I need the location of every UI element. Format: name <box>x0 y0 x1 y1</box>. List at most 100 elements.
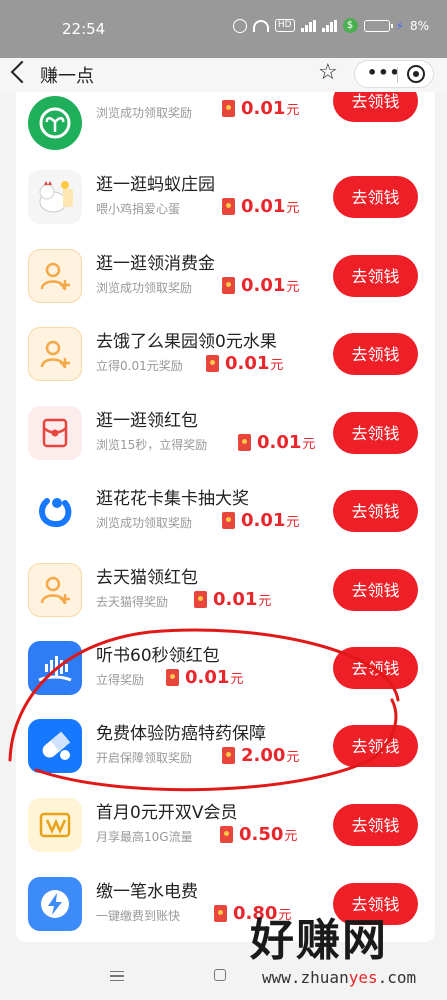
signal-icon <box>300 19 316 32</box>
claim-button[interactable]: 去领钱 <box>333 490 418 532</box>
reward-unit: 元 <box>302 437 316 452</box>
claim-button[interactable]: 去领钱 <box>333 647 418 689</box>
reward-unit: 元 <box>286 750 300 765</box>
task-title: 逛一逛领消费金 <box>96 254 215 274</box>
task-title: 首月0元开双V会员 <box>96 803 238 823</box>
reward-amount: 0.01 元 <box>194 589 271 610</box>
favorite-star-icon[interactable]: ☆ <box>318 60 338 86</box>
alarm-icon <box>232 18 247 33</box>
task-row: 去天猫领红包去天猫得奖励 0.01 元 去领钱 <box>16 555 435 633</box>
red-envelope-icon <box>214 905 227 922</box>
reward-unit: 元 <box>286 201 300 216</box>
reward-value: 0.01 <box>213 589 258 610</box>
claim-button[interactable]: 去领钱 <box>333 92 418 122</box>
pill-icon <box>28 719 82 773</box>
task-desc: 去天猫得奖励 <box>96 595 169 609</box>
task-desc: 立得0.01元奖励 <box>96 359 183 373</box>
task-title: 逛花花卡集卡抽大奖 <box>96 489 249 509</box>
claim-button[interactable]: 去领钱 <box>333 725 418 767</box>
signal-icon-2 <box>321 19 337 32</box>
red-packet-icon <box>28 406 82 460</box>
capsule-divider <box>397 67 398 83</box>
back-icon[interactable] <box>10 60 34 84</box>
task-title: 去饿了么果园领0元水果 <box>96 332 277 352</box>
menu-icon[interactable] <box>110 971 124 981</box>
reward-amount: 0.01 元 <box>222 275 299 296</box>
red-envelope-icon <box>220 826 233 843</box>
reward-unit: 元 <box>258 594 272 609</box>
battery-level: 8% <box>409 18 429 33</box>
reward-amount: 2.00 元 <box>222 745 299 766</box>
task-row: 浏览成功领取奖励 0.01 元 去领钱 <box>16 92 435 166</box>
task-title: 去天猫领红包 <box>96 568 198 588</box>
claim-button[interactable]: 去领钱 <box>333 412 418 454</box>
reward-amount: 0.01 元 <box>206 353 283 374</box>
red-envelope-icon <box>222 198 235 215</box>
watermark-url: www.zhuanyes.com <box>262 968 417 987</box>
task-title: 缴一笔水电费 <box>96 882 198 902</box>
task-desc: 立得奖励 <box>96 673 145 687</box>
charging-icon: ⚡ <box>395 18 404 33</box>
dollar-icon: $ <box>342 18 358 33</box>
reward-value: 0.01 <box>241 510 286 531</box>
reward-unit: 元 <box>284 829 298 844</box>
chicken-icon <box>28 170 82 224</box>
lightning-icon <box>28 877 82 931</box>
more-icon[interactable]: ••• <box>367 63 401 82</box>
battery-icon <box>363 19 393 32</box>
reward-value: 0.01 <box>225 353 270 374</box>
reward-value: 2.00 <box>241 745 286 766</box>
task-row: 逛一逛领红包 浏览15秒，立得奖励 0.01 元去领钱 <box>16 398 435 476</box>
task-desc: 开启保障领取奖励 <box>96 751 193 765</box>
task-desc: 月享最高10G流量 <box>96 830 193 844</box>
status-bar: 22:54 HD $ ⚡ 8% <box>0 0 447 58</box>
task-desc: 浏览15秒，立得奖励 <box>96 438 208 452</box>
task-row: 首月0元开双V会员月享最高10G流量 0.50 元 去领钱 <box>16 790 435 868</box>
wifi-icon <box>252 19 269 32</box>
task-row: 免费体验防癌特药保障 开启保障领取奖励 2.00 元 去领钱 <box>16 711 435 789</box>
reward-value: 0.01 <box>257 432 302 453</box>
claim-button[interactable]: 去领钱 <box>333 255 418 297</box>
reward-value: 0.50 <box>239 824 284 845</box>
task-desc: 浏览成功领取奖励 <box>96 516 193 530</box>
watermark-brand: 好赚网 <box>250 915 388 966</box>
sprout-icon <box>28 96 82 150</box>
task-row: 去饿了么果园领0元水果立得0.01元奖励 0.01 元 去领钱 <box>16 319 435 397</box>
reward-unit: 元 <box>270 358 284 373</box>
vip-icon <box>28 798 82 852</box>
reward-amount: 0.01 元 <box>222 98 299 119</box>
claim-button[interactable]: 去领钱 <box>333 333 418 375</box>
reward-unit: 元 <box>230 672 244 687</box>
reward-amount: 0.01 元 <box>238 432 315 453</box>
task-row: 逛花花卡集卡抽大奖浏览成功领取奖励 0.01 元 去领钱 <box>16 476 435 554</box>
person-plus-icon <box>28 249 82 303</box>
reward-amount: 0.01 元 <box>166 667 243 688</box>
reward-value: 0.01 <box>241 275 286 296</box>
huabei-icon <box>28 484 82 538</box>
reward-unit: 元 <box>286 103 300 118</box>
task-row: 听书60秒领红包立得奖励 0.01 元 去领钱 <box>16 633 435 711</box>
audiobook-icon <box>28 641 82 695</box>
task-title: 听书60秒领红包 <box>96 646 220 666</box>
close-target-icon[interactable] <box>407 65 425 83</box>
red-envelope-icon <box>206 355 219 372</box>
claim-button[interactable]: 去领钱 <box>333 804 418 846</box>
reward-amount: 0.01 元 <box>222 196 299 217</box>
red-envelope-icon <box>166 669 179 686</box>
person-plus-icon <box>28 327 82 381</box>
claim-button[interactable]: 去领钱 <box>333 176 418 218</box>
page-title: 赚一点 <box>40 66 94 87</box>
red-envelope-icon <box>222 747 235 764</box>
reward-amount: 0.50 元 <box>220 824 297 845</box>
reward-value: 0.01 <box>185 667 230 688</box>
nav-bar: 赚一点 ☆ ••• <box>0 58 447 92</box>
task-title: 逛一逛蚂蚁庄园 <box>96 175 215 195</box>
hd-tag: HD <box>274 19 295 32</box>
claim-button[interactable]: 去领钱 <box>333 569 418 611</box>
red-envelope-icon <box>222 100 235 117</box>
reward-unit: 元 <box>286 515 300 530</box>
home-icon[interactable] <box>214 969 226 981</box>
task-row: 逛一逛领消费金 浏览成功领取奖励 0.01 元 去领钱 <box>16 241 435 319</box>
task-title: 逛一逛领红包 <box>96 411 198 431</box>
reward-value: 0.01 <box>241 196 286 217</box>
